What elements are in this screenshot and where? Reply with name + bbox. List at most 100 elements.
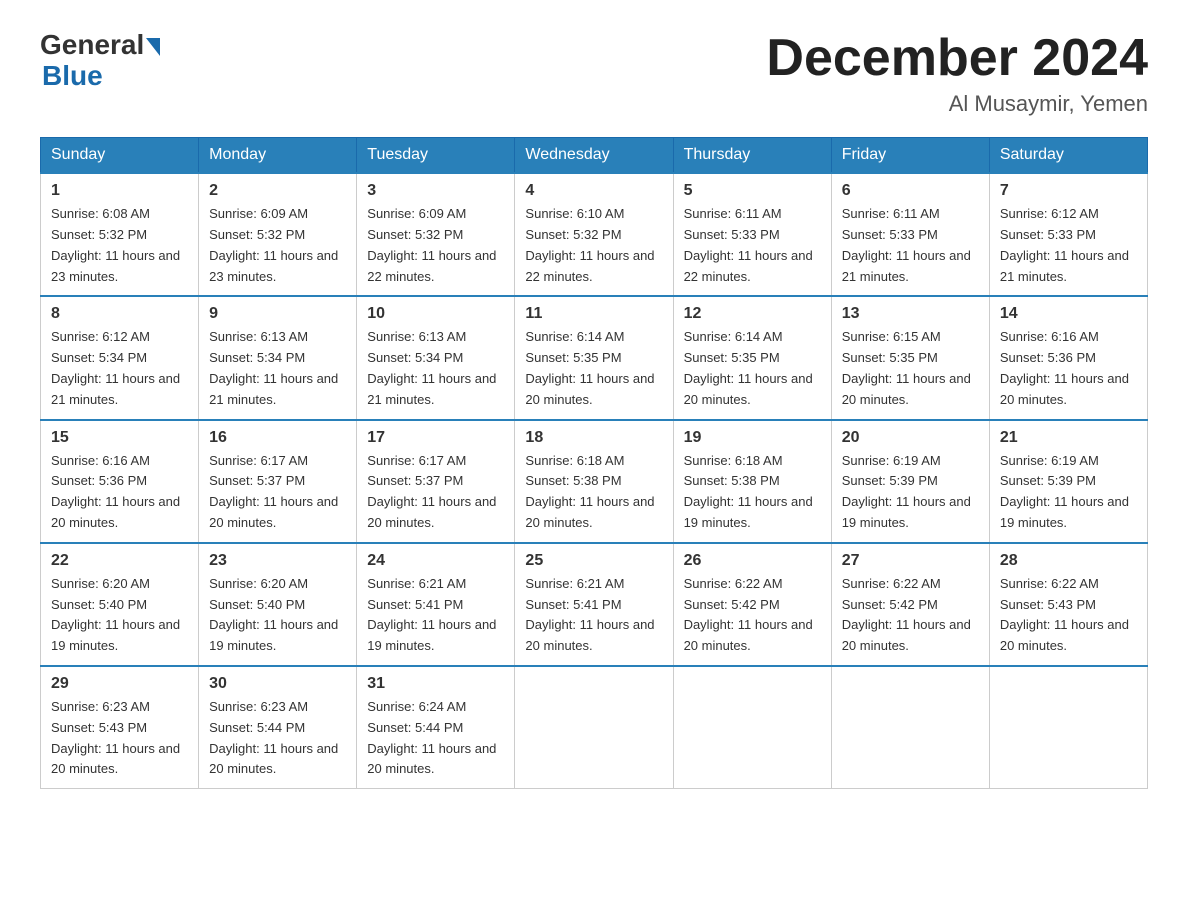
day-number: 11 xyxy=(525,305,662,323)
day-number: 1 xyxy=(51,182,188,200)
day-number: 27 xyxy=(842,552,979,570)
day-cell-31: 31Sunrise: 6:24 AMSunset: 5:44 PMDayligh… xyxy=(357,666,515,789)
empty-cell xyxy=(989,666,1147,789)
logo-blue-text: Blue xyxy=(42,61,103,92)
day-cell-23: 23 Sunrise: 6:20 AMSunset: 5:40 PMDayligh… xyxy=(199,543,357,666)
day-cell-18: 18 Sunrise: 6:18 AMSunset: 5:38 PMDayligh… xyxy=(515,420,673,543)
day-cell-22: 22 Sunrise: 6:20 AMSunset: 5:40 PMDayligh… xyxy=(41,543,199,666)
week-row-3: 15 Sunrise: 6:16 AMSunset: 5:36 PMDayligh… xyxy=(41,420,1148,543)
empty-cell xyxy=(831,666,989,789)
logo: General Blue xyxy=(40,30,160,92)
day-number: 16 xyxy=(209,429,346,447)
day-cell-4: 4 Sunrise: 6:10 AMSunset: 5:32 PMDaylight… xyxy=(515,173,673,296)
location-subtitle: Al Musaymir, Yemen xyxy=(766,91,1148,117)
day-info: Sunrise: 6:09 AMSunset: 5:32 PMDaylight:… xyxy=(209,204,346,287)
day-cell-11: 11 Sunrise: 6:14 AMSunset: 5:35 PMDayligh… xyxy=(515,296,673,419)
day-info: Sunrise: 6:13 AMSunset: 5:34 PMDaylight:… xyxy=(209,327,346,410)
day-info: Sunrise: 6:14 AMSunset: 5:35 PMDaylight:… xyxy=(525,327,662,410)
day-info: Sunrise: 6:14 AMSunset: 5:35 PMDaylight:… xyxy=(684,327,821,410)
empty-cell xyxy=(515,666,673,789)
day-info: Sunrise: 6:19 AMSunset: 5:39 PMDaylight:… xyxy=(1000,451,1137,534)
logo-arrow-icon xyxy=(146,38,160,56)
day-number: 28 xyxy=(1000,552,1137,570)
day-info: Sunrise: 6:20 AMSunset: 5:40 PMDaylight:… xyxy=(51,574,188,657)
day-info: Sunrise: 6:12 AMSunset: 5:34 PMDaylight:… xyxy=(51,327,188,410)
day-info: Sunrise: 6:23 AMSunset: 5:44 PMDaylight:… xyxy=(209,697,346,780)
day-cell-20: 20 Sunrise: 6:19 AMSunset: 5:39 PMDayligh… xyxy=(831,420,989,543)
day-info: Sunrise: 6:11 AMSunset: 5:33 PMDaylight:… xyxy=(842,204,979,287)
empty-cell xyxy=(673,666,831,789)
day-cell-5: 5 Sunrise: 6:11 AMSunset: 5:33 PMDaylight… xyxy=(673,173,831,296)
day-cell-3: 3 Sunrise: 6:09 AMSunset: 5:32 PMDaylight… xyxy=(357,173,515,296)
day-number: 6 xyxy=(842,182,979,200)
day-cell-14: 14 Sunrise: 6:16 AMSunset: 5:36 PMDayligh… xyxy=(989,296,1147,419)
week-row-5: 29Sunrise: 6:23 AMSunset: 5:43 PMDayligh… xyxy=(41,666,1148,789)
title-area: December 2024 Al Musaymir, Yemen xyxy=(766,30,1148,117)
day-number: 4 xyxy=(525,182,662,200)
day-number: 22 xyxy=(51,552,188,570)
day-info: Sunrise: 6:21 AMSunset: 5:41 PMDaylight:… xyxy=(525,574,662,657)
day-info: Sunrise: 6:22 AMSunset: 5:42 PMDaylight:… xyxy=(842,574,979,657)
day-number: 8 xyxy=(51,305,188,323)
day-cell-10: 10 Sunrise: 6:13 AMSunset: 5:34 PMDayligh… xyxy=(357,296,515,419)
day-info: Sunrise: 6:19 AMSunset: 5:39 PMDaylight:… xyxy=(842,451,979,534)
day-info: Sunrise: 6:17 AMSunset: 5:37 PMDaylight:… xyxy=(367,451,504,534)
day-cell-9: 9 Sunrise: 6:13 AMSunset: 5:34 PMDaylight… xyxy=(199,296,357,419)
week-row-2: 8 Sunrise: 6:12 AMSunset: 5:34 PMDaylight… xyxy=(41,296,1148,419)
day-number: 5 xyxy=(684,182,821,200)
day-info: Sunrise: 6:10 AMSunset: 5:32 PMDaylight:… xyxy=(525,204,662,287)
day-number: 18 xyxy=(525,429,662,447)
column-header-thursday: Thursday xyxy=(673,138,831,174)
day-number: 30 xyxy=(209,675,346,693)
day-cell-12: 12 Sunrise: 6:14 AMSunset: 5:35 PMDayligh… xyxy=(673,296,831,419)
day-info: Sunrise: 6:11 AMSunset: 5:33 PMDaylight:… xyxy=(684,204,821,287)
column-header-sunday: Sunday xyxy=(41,138,199,174)
day-cell-1: 1 Sunrise: 6:08 AMSunset: 5:32 PMDaylight… xyxy=(41,173,199,296)
day-info: Sunrise: 6:21 AMSunset: 5:41 PMDaylight:… xyxy=(367,574,504,657)
day-info: Sunrise: 6:16 AMSunset: 5:36 PMDaylight:… xyxy=(1000,327,1137,410)
day-number: 23 xyxy=(209,552,346,570)
day-cell-28: 28Sunrise: 6:22 AMSunset: 5:43 PMDayligh… xyxy=(989,543,1147,666)
day-cell-7: 7Sunrise: 6:12 AMSunset: 5:33 PMDaylight… xyxy=(989,173,1147,296)
day-cell-2: 2Sunrise: 6:09 AMSunset: 5:32 PMDaylight… xyxy=(199,173,357,296)
day-info: Sunrise: 6:22 AMSunset: 5:42 PMDaylight:… xyxy=(684,574,821,657)
day-number: 20 xyxy=(842,429,979,447)
column-header-wednesday: Wednesday xyxy=(515,138,673,174)
day-cell-15: 15 Sunrise: 6:16 AMSunset: 5:36 PMDayligh… xyxy=(41,420,199,543)
day-cell-8: 8 Sunrise: 6:12 AMSunset: 5:34 PMDaylight… xyxy=(41,296,199,419)
day-info: Sunrise: 6:23 AMSunset: 5:43 PMDaylight:… xyxy=(51,697,188,780)
day-info: Sunrise: 6:09 AMSunset: 5:32 PMDaylight:… xyxy=(367,204,504,287)
day-cell-30: 30 Sunrise: 6:23 AMSunset: 5:44 PMDayligh… xyxy=(199,666,357,789)
day-number: 13 xyxy=(842,305,979,323)
column-header-saturday: Saturday xyxy=(989,138,1147,174)
day-info: Sunrise: 6:16 AMSunset: 5:36 PMDaylight:… xyxy=(51,451,188,534)
day-cell-17: 17 Sunrise: 6:17 AMSunset: 5:37 PMDayligh… xyxy=(357,420,515,543)
day-cell-19: 19 Sunrise: 6:18 AMSunset: 5:38 PMDayligh… xyxy=(673,420,831,543)
day-number: 26 xyxy=(684,552,821,570)
day-number: 12 xyxy=(684,305,821,323)
day-number: 3 xyxy=(367,182,504,200)
day-info: Sunrise: 6:20 AMSunset: 5:40 PMDaylight:… xyxy=(209,574,346,657)
day-number: 15 xyxy=(51,429,188,447)
page-header: General Blue December 2024 Al Musaymir, … xyxy=(40,30,1148,117)
day-number: 25 xyxy=(525,552,662,570)
day-number: 14 xyxy=(1000,305,1137,323)
day-cell-27: 27 Sunrise: 6:22 AMSunset: 5:42 PMDayligh… xyxy=(831,543,989,666)
day-number: 19 xyxy=(684,429,821,447)
month-title: December 2024 xyxy=(766,30,1148,87)
day-number: 10 xyxy=(367,305,504,323)
day-cell-26: 26 Sunrise: 6:22 AMSunset: 5:42 PMDayligh… xyxy=(673,543,831,666)
day-cell-21: 21 Sunrise: 6:19 AMSunset: 5:39 PMDayligh… xyxy=(989,420,1147,543)
calendar-table: SundayMondayTuesdayWednesdayThursdayFrid… xyxy=(40,137,1148,789)
column-header-friday: Friday xyxy=(831,138,989,174)
day-info: Sunrise: 6:18 AMSunset: 5:38 PMDaylight:… xyxy=(684,451,821,534)
day-info: Sunrise: 6:24 AMSunset: 5:44 PMDaylight:… xyxy=(367,697,504,780)
day-info: Sunrise: 6:18 AMSunset: 5:38 PMDaylight:… xyxy=(525,451,662,534)
day-info: Sunrise: 6:13 AMSunset: 5:34 PMDaylight:… xyxy=(367,327,504,410)
day-number: 21 xyxy=(1000,429,1137,447)
day-cell-24: 24Sunrise: 6:21 AMSunset: 5:41 PMDayligh… xyxy=(357,543,515,666)
column-header-monday: Monday xyxy=(199,138,357,174)
day-info: Sunrise: 6:08 AMSunset: 5:32 PMDaylight:… xyxy=(51,204,188,287)
day-number: 17 xyxy=(367,429,504,447)
day-number: 9 xyxy=(209,305,346,323)
